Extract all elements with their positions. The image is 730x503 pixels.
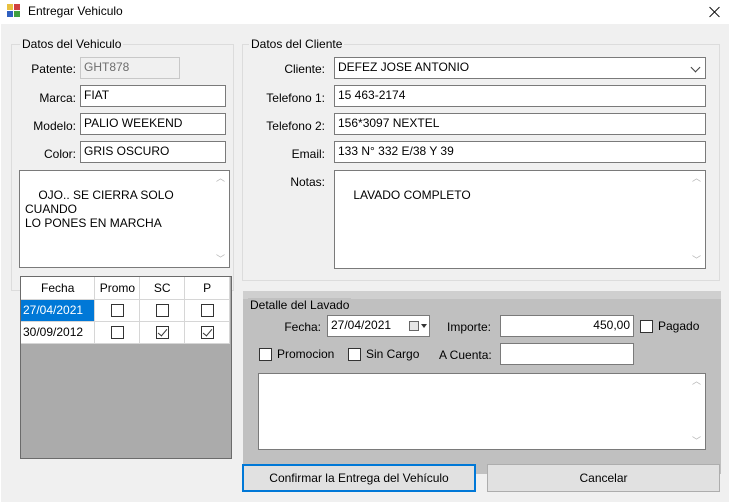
row-sc-cell[interactable] bbox=[139, 299, 186, 322]
window-title: Entregar Vehiculo bbox=[28, 4, 123, 18]
importe-field[interactable]: 450,00 bbox=[500, 315, 634, 337]
chevron-down-icon[interactable] bbox=[421, 324, 427, 328]
vehiculo-notas-textarea[interactable]: OJO.. SE CIERRA SOLO CUANDO LO PONES EN … bbox=[19, 170, 230, 268]
row-fecha[interactable]: 30/09/2012 bbox=[21, 321, 96, 344]
vehiculo-group-title: Datos del Vehiculo bbox=[20, 37, 124, 51]
row-p-cell[interactable] bbox=[184, 321, 230, 344]
scroll-down-icon[interactable]: ﹀ bbox=[692, 256, 701, 265]
vehiculo-notas-text: OJO.. SE CIERRA SOLO CUANDO LO PONES EN … bbox=[25, 188, 174, 230]
fecha-label: Fecha: bbox=[284, 320, 321, 334]
email-field[interactable]: 133 N° 332 E/38 Y 39 bbox=[334, 141, 706, 163]
client-area: Datos del Vehiculo Patente: GHT878 Marca… bbox=[1, 24, 729, 502]
acuenta-label: A Cuenta: bbox=[439, 348, 492, 362]
cliente-notas-text: LAVADO COMPLETO bbox=[353, 188, 471, 202]
sincargo-checkbox-box[interactable] bbox=[348, 347, 361, 361]
importe-label: Importe: bbox=[446, 320, 491, 334]
tel1-label: Telefono 1: bbox=[266, 91, 325, 105]
column-header-fecha[interactable]: Fecha bbox=[21, 277, 96, 300]
cliente-notas-scrollbar[interactable]: ︿ ﹀ bbox=[688, 171, 705, 268]
row-promo-cell[interactable] bbox=[94, 299, 141, 322]
sincargo-checkbox[interactable]: Sin Cargo bbox=[348, 347, 419, 361]
modelo-label: Modelo: bbox=[33, 119, 76, 133]
column-header-sc[interactable]: SC bbox=[139, 277, 186, 300]
column-header-promo[interactable]: Promo bbox=[94, 277, 141, 300]
promocion-label: Promocion bbox=[277, 347, 335, 361]
table-row[interactable]: 30/09/2012 bbox=[21, 321, 230, 344]
tel2-field[interactable]: 156*3097 NEXTEL bbox=[334, 113, 706, 135]
close-icon[interactable] bbox=[700, 0, 730, 24]
email-label: Email: bbox=[291, 147, 325, 161]
cancel-button[interactable]: Cancelar bbox=[487, 464, 720, 492]
lavado-group-title: Detalle del Lavado bbox=[248, 298, 352, 312]
color-label: Color: bbox=[43, 147, 76, 161]
confirmar-entrega-button[interactable]: Confirmar la Entrega del Vehículo bbox=[242, 464, 476, 492]
lavado-scrollbar[interactable]: ︿ ﹀ bbox=[688, 374, 705, 449]
scroll-up-icon[interactable]: ︿ bbox=[692, 377, 701, 386]
fecha-datepicker[interactable]: 27/04/2021 bbox=[327, 315, 430, 337]
app-icon bbox=[7, 4, 21, 18]
table-row[interactable]: 27/04/2021 bbox=[21, 299, 230, 322]
p-checkbox[interactable] bbox=[200, 326, 214, 340]
tel2-label: Telefono 2: bbox=[266, 119, 325, 133]
tel1-field[interactable]: 15 463-2174 bbox=[334, 85, 706, 107]
lavado-observaciones-textarea[interactable]: ︿ ﹀ bbox=[258, 373, 706, 450]
vehiculo-notas-scrollbar[interactable]: ︿ ﹀ bbox=[212, 171, 229, 267]
historial-grid[interactable]: Fecha Promo SC P 27/04/2021 30/09/2012 bbox=[20, 276, 232, 459]
acuenta-field[interactable] bbox=[500, 343, 634, 365]
promo-checkbox[interactable] bbox=[110, 304, 124, 318]
row-sc-cell[interactable] bbox=[139, 321, 186, 344]
pagado-label: Pagado bbox=[658, 319, 700, 333]
patente-field[interactable]: GHT878 bbox=[80, 57, 180, 79]
fecha-value: 27/04/2021 bbox=[331, 318, 392, 332]
calendar-icon[interactable] bbox=[409, 321, 419, 331]
notas-label: Notas: bbox=[290, 175, 325, 189]
cliente-group-title: Datos del Cliente bbox=[249, 37, 345, 51]
marca-field[interactable]: FIAT bbox=[80, 85, 226, 107]
scroll-up-icon[interactable]: ︿ bbox=[216, 174, 225, 183]
cliente-value: DEFEZ JOSE ANTONIO bbox=[338, 60, 470, 74]
cliente-label: Cliente: bbox=[284, 62, 325, 76]
marca-label: Marca: bbox=[39, 91, 76, 105]
modelo-field[interactable]: PALIO WEEKEND bbox=[80, 113, 226, 135]
sc-checkbox[interactable] bbox=[155, 304, 169, 318]
sc-checkbox[interactable] bbox=[155, 326, 169, 340]
chevron-down-icon[interactable] bbox=[690, 62, 701, 73]
scroll-down-icon[interactable]: ﹀ bbox=[692, 437, 701, 446]
row-fecha[interactable]: 27/04/2021 bbox=[21, 299, 96, 322]
scroll-up-icon[interactable]: ︿ bbox=[692, 174, 701, 183]
pagado-checkbox-box[interactable] bbox=[640, 319, 653, 333]
title-bar: Entregar Vehiculo bbox=[0, 0, 730, 24]
column-header-p[interactable]: P bbox=[184, 277, 230, 300]
promocion-checkbox[interactable]: Promocion bbox=[259, 347, 334, 361]
p-checkbox[interactable] bbox=[200, 304, 214, 318]
patente-label: Patente: bbox=[31, 62, 76, 76]
scroll-down-icon[interactable]: ﹀ bbox=[216, 255, 225, 264]
row-p-cell[interactable] bbox=[184, 299, 230, 322]
cliente-combobox[interactable]: DEFEZ JOSE ANTONIO bbox=[334, 57, 706, 79]
color-field[interactable]: GRIS OSCURO bbox=[80, 141, 226, 163]
lavado-panel: Detalle del Lavado Fecha: 27/04/2021 Imp… bbox=[243, 291, 721, 474]
promo-checkbox[interactable] bbox=[110, 326, 124, 340]
promocion-checkbox-box[interactable] bbox=[259, 347, 272, 361]
pagado-checkbox[interactable]: Pagado bbox=[640, 319, 699, 333]
row-promo-cell[interactable] bbox=[94, 321, 141, 344]
cliente-notas-textarea[interactable]: LAVADO COMPLETO ︿ ﹀ bbox=[334, 170, 706, 269]
sincargo-label: Sin Cargo bbox=[366, 347, 420, 361]
